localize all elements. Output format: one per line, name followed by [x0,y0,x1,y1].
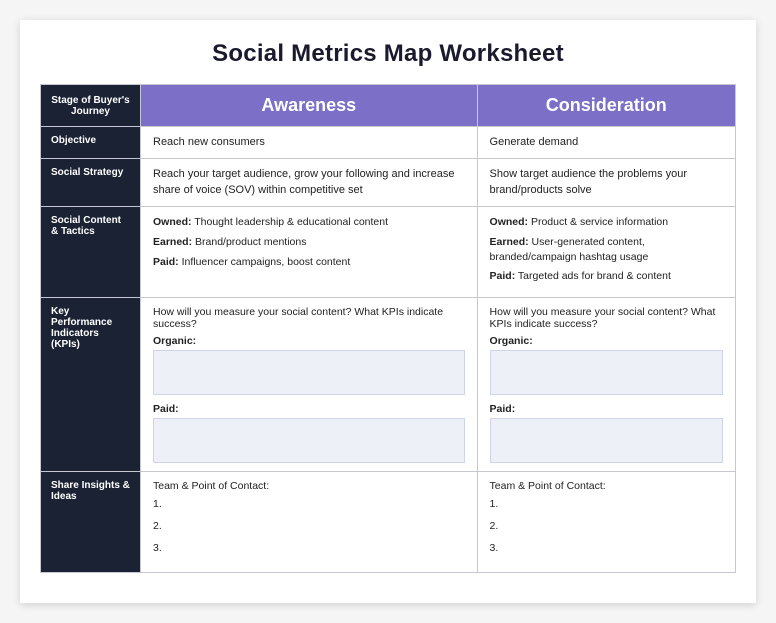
share-col2-item1: 1. [490,498,723,510]
kpi-col1: How will you measure your social content… [141,297,478,471]
kpi-col2-paid-label: Paid: [490,403,723,415]
page-container: Social Metrics Map Worksheet Stage of Bu… [20,20,756,603]
share-col1-title: Team & Point of Contact: [153,480,465,492]
social-strategy-col2: Show target audience the problems your b… [477,159,735,207]
tactics-col1-earned: Earned: Brand/product mentions [153,235,465,250]
share-col1-item1: 1. [153,498,465,510]
share-col2-item2: 2. [490,520,723,532]
kpi-row: Key Performance Indicators (KPIs) How wi… [41,297,736,471]
kpi-col1-paid-box[interactable] [153,418,465,463]
tactics-col2-paid: Paid: Targeted ads for brand & content [490,269,723,284]
header-row: Stage of Buyer's Journey Awareness Consi… [41,85,736,127]
objective-col2: Generate demand [477,127,735,159]
share-col2-item3: 3. [490,542,723,554]
kpi-col1-organic-label: Organic: [153,335,465,347]
page-title: Social Metrics Map Worksheet [40,40,736,68]
share-col2: Team & Point of Contact: 1. 2. 3. [477,471,735,572]
share-insights-label: Share Insights & Ideas [41,471,141,572]
tactics-col2-owned: Owned: Product & service information [490,215,723,230]
kpi-label: Key Performance Indicators (KPIs) [41,297,141,471]
objective-col1: Reach new consumers [141,127,478,159]
social-strategy-label: Social Strategy [41,159,141,207]
kpi-col1-prompt: How will you measure your social content… [153,306,465,330]
tactics-col1: Owned: Thought leadership & educational … [141,207,478,298]
objective-row: Objective Reach new consumers Generate d… [41,127,736,159]
kpi-col2-organic-label: Organic: [490,335,723,347]
tactics-col1-owned: Owned: Thought leadership & educational … [153,215,465,230]
kpi-col2-prompt: How will you measure your social content… [490,306,723,330]
kpi-col2: How will you measure your social content… [477,297,735,471]
social-strategy-row: Social Strategy Reach your target audien… [41,159,736,207]
tactics-row: Social Content & Tactics Owned: Thought … [41,207,736,298]
share-col2-title: Team & Point of Contact: [490,480,723,492]
consideration-header: Consideration [477,85,735,127]
share-col1: Team & Point of Contact: 1. 2. 3. [141,471,478,572]
social-strategy-col1: Reach your target audience, grow your fo… [141,159,478,207]
awareness-header: Awareness [141,85,478,127]
share-col1-item2: 2. [153,520,465,532]
tactics-col1-paid: Paid: Influencer campaigns, boost conten… [153,255,465,270]
kpi-col2-organic-box[interactable] [490,350,723,395]
share-col1-item3: 3. [153,542,465,554]
kpi-col2-paid-box[interactable] [490,418,723,463]
stage-header: Stage of Buyer's Journey [41,85,141,127]
tactics-label: Social Content & Tactics [41,207,141,298]
objective-label: Objective [41,127,141,159]
kpi-col1-paid-label: Paid: [153,403,465,415]
tactics-col2: Owned: Product & service information Ear… [477,207,735,298]
kpi-col1-organic-box[interactable] [153,350,465,395]
share-insights-row: Share Insights & Ideas Team & Point of C… [41,471,736,572]
worksheet-table: Stage of Buyer's Journey Awareness Consi… [40,84,736,573]
tactics-col2-earned: Earned: User-generated content, branded/… [490,235,723,264]
